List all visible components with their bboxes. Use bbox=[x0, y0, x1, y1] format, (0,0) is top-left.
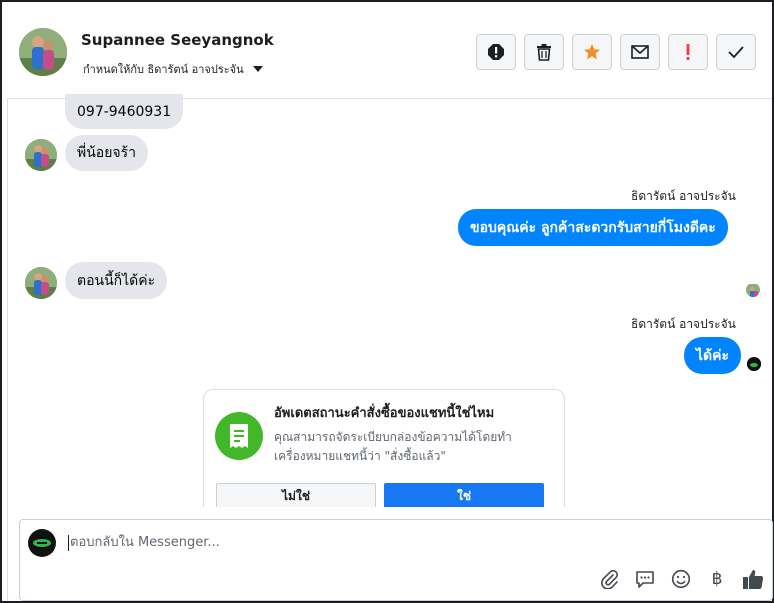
message-bubble-incoming[interactable]: 097-9460931 bbox=[65, 94, 184, 129]
mark-done-button[interactable] bbox=[716, 34, 756, 70]
message-text: ตอนนี้ก็ได้ค่ะ bbox=[77, 272, 156, 289]
card-description: คุณสามารถจัดระเบียบกล่องข้อความได้โดยทำเ… bbox=[274, 430, 512, 463]
conversation-header: Supannee Seeyangnok กำหนดให้กับ ธิดารัตน… bbox=[7, 2, 772, 99]
caret-down-icon bbox=[252, 66, 263, 72]
composer-toolbar: ฿ bbox=[598, 568, 764, 590]
message-text: พี่น้อยจร้า bbox=[77, 145, 136, 161]
message-text: 097-9460931 bbox=[77, 103, 172, 120]
checkmark-icon bbox=[728, 46, 744, 59]
exclamation-icon bbox=[686, 44, 690, 60]
contact-avatar-small bbox=[25, 139, 57, 171]
confirm-order-button[interactable]: ใช่ bbox=[384, 483, 544, 507]
attach-button[interactable] bbox=[598, 568, 620, 590]
follow-up-button[interactable] bbox=[668, 34, 708, 70]
order-status-card: อัพเดตสถานะคำสั่งซื้อของแชทนี้ใช่ไหม คุณ… bbox=[203, 389, 565, 507]
saved-reply-button[interactable] bbox=[634, 568, 656, 590]
mark-unread-button[interactable] bbox=[620, 34, 660, 70]
baht-icon: ฿ bbox=[711, 569, 723, 589]
page-avatar bbox=[28, 529, 56, 557]
assignment-label: กำหนดให้กับ ธิดารัตน์ อาจประจัน bbox=[83, 63, 244, 76]
receipt-icon bbox=[215, 412, 263, 460]
spam-icon bbox=[488, 44, 504, 60]
trash-icon bbox=[537, 44, 551, 61]
payment-button[interactable]: ฿ bbox=[706, 568, 728, 590]
header-actions bbox=[476, 34, 756, 70]
message-text: ได้ค่ะ bbox=[696, 347, 730, 364]
envelope-icon bbox=[631, 45, 649, 59]
star-icon bbox=[584, 44, 600, 60]
star-button[interactable] bbox=[572, 34, 612, 70]
emoji-icon bbox=[671, 569, 691, 589]
emoji-button[interactable] bbox=[670, 568, 692, 590]
mark-spam-button[interactable] bbox=[476, 34, 516, 70]
like-button[interactable] bbox=[742, 568, 764, 590]
paperclip-icon bbox=[601, 569, 618, 589]
delete-button[interactable] bbox=[524, 34, 564, 70]
reply-composer: ตอบกลับใน Messenger... ฿ bbox=[19, 519, 773, 601]
seen-indicator-avatar bbox=[747, 357, 761, 371]
thumbs-up-icon bbox=[743, 570, 764, 590]
assignment-dropdown[interactable]: กำหนดให้กับ ธิดารัตน์ อาจประจัน bbox=[83, 60, 263, 78]
message-bubble-incoming[interactable]: ตอนนี้ก็ได้ค่ะ bbox=[65, 262, 168, 299]
saved-reply-icon bbox=[636, 571, 654, 588]
message-text: ขอบคุณค่ะ ลูกค้าสะดวกรับสายกี่โมงดีคะ bbox=[470, 219, 716, 236]
reply-input[interactable]: ตอบกลับใน Messenger... bbox=[68, 535, 220, 551]
card-title: อัพเดตสถานะคำสั่งซื้อของแชทนี้ใช่ไหม bbox=[274, 406, 495, 421]
message-bubble-outgoing[interactable]: ขอบคุณค่ะ ลูกค้าสะดวกรับสายกี่โมงดีคะ bbox=[458, 209, 728, 246]
contact-name[interactable]: Supannee Seeyangnok bbox=[81, 31, 274, 49]
agent-sender-name: ธิดารัตน์ อาจประจัน bbox=[631, 189, 736, 203]
decline-order-button[interactable]: ไม่ใช่ bbox=[216, 483, 376, 507]
agent-sender-name: ธิดารัตน์ อาจประจัน bbox=[631, 317, 736, 331]
message-bubble-outgoing[interactable]: ได้ค่ะ bbox=[684, 337, 742, 374]
seen-indicator-avatar bbox=[746, 283, 760, 297]
contact-avatar[interactable] bbox=[19, 28, 67, 76]
contact-avatar-small bbox=[25, 267, 57, 299]
message-bubble-incoming[interactable]: พี่น้อยจร้า bbox=[65, 135, 148, 171]
